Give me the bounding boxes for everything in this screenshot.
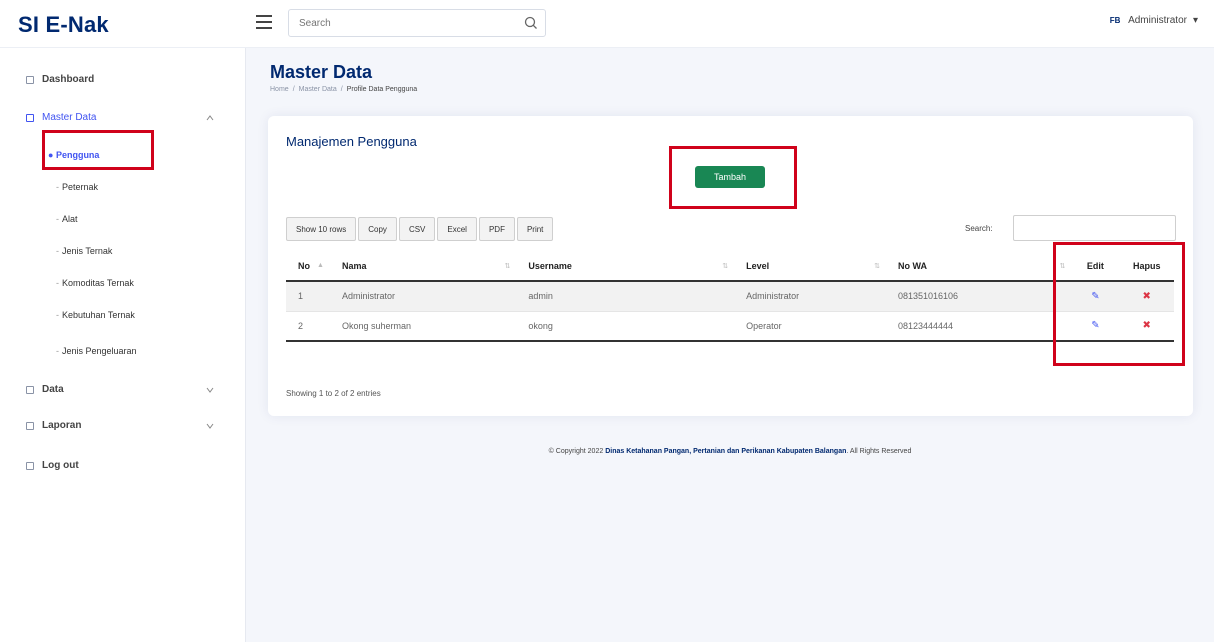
- user-name: Administrator: [1128, 14, 1187, 26]
- breadcrumb-current: Profile Data Pengguna: [346, 86, 418, 93]
- table-header-row: No ▲ Nama ⇅ Username ⇅ Level ⇅ No WA ⇅ Edit H…: [286, 251, 1174, 282]
- top-header: SI E-Nak FB Administrator ▾: [0, 0, 1214, 48]
- column-header-nama[interactable]: Nama ⇅: [329, 251, 517, 282]
- highlight-box-edit-hapus: [1053, 242, 1185, 366]
- table-row: 2 Okong suherman okong Operator 08123444…: [286, 311, 1174, 342]
- copy-button[interactable]: Copy: [358, 217, 397, 241]
- table-search-label: Search:: [965, 224, 993, 233]
- sidebar-item-dashboard[interactable]: Dashboard: [26, 74, 94, 85]
- sidebar-item-jenis-pengeluaran[interactable]: - Jenis Pengeluaran: [56, 346, 137, 356]
- sidebar-item-label: Jenis Ternak: [62, 246, 113, 256]
- sidebar-item-peternak[interactable]: - Peternak: [56, 182, 98, 192]
- show-rows-button[interactable]: Show 10 rows: [286, 217, 357, 241]
- column-header-level[interactable]: Level ⇅: [734, 251, 886, 282]
- cell-level: Administrator: [734, 281, 886, 312]
- search-bar: [288, 9, 546, 37]
- sidebar-item-data[interactable]: Data: [26, 384, 64, 395]
- sidebar-item-logout[interactable]: Log out: [26, 460, 79, 471]
- card-title: Manajemen Pengguna: [286, 134, 417, 149]
- sidebar-item-label: Laporan: [42, 420, 82, 431]
- logout-icon: [26, 461, 34, 470]
- breadcrumb-home[interactable]: Home: [270, 86, 289, 93]
- cell-nama: Administrator: [329, 281, 517, 312]
- menu-icon: [26, 421, 34, 430]
- breadcrumb: Home / Master Data / Profile Data Pengguna: [270, 86, 418, 93]
- avatar: FB: [1109, 15, 1121, 25]
- sidebar-item-label: Dashboard: [42, 74, 95, 85]
- cell-username: okong: [516, 311, 735, 342]
- excel-button[interactable]: Excel: [437, 217, 477, 241]
- sidebar-item-label: Peternak: [62, 182, 99, 192]
- footer-org: Dinas Ketahanan Pangan, Pertanian dan Pe…: [605, 448, 847, 455]
- sidebar-item-alat[interactable]: - Alat: [56, 214, 78, 224]
- page-title: Master Data: [270, 62, 373, 82]
- cell-no-wa: 081351016106: [885, 281, 1072, 312]
- sidebar-item-label: Log out: [42, 460, 79, 471]
- sidebar-toggle-icon[interactable]: [254, 10, 276, 34]
- brand-logo[interactable]: SI E-Nak: [18, 12, 109, 38]
- sidebar-item-label: Komoditas Ternak: [62, 278, 134, 288]
- menu-icon: [26, 113, 34, 122]
- cell-level: Operator: [734, 311, 886, 342]
- cell-nama: Okong suherman: [329, 311, 517, 342]
- sidebar-item-label: Master Data: [42, 112, 97, 123]
- sidebar-item-label: Alat: [62, 214, 78, 224]
- table-search-input[interactable]: [1013, 215, 1176, 241]
- pdf-button[interactable]: PDF: [478, 217, 515, 241]
- sidebar-item-laporan[interactable]: Laporan: [26, 420, 81, 431]
- table-info: Showing 1 to 2 of 2 entries: [286, 389, 381, 398]
- highlight-box-pengguna: [42, 130, 154, 170]
- column-header-no-wa[interactable]: No WA ⇅: [885, 251, 1072, 282]
- sidebar-item-komoditas-ternak[interactable]: - Komoditas Ternak: [56, 278, 134, 288]
- chevron-down-icon: ▾: [1192, 14, 1198, 26]
- cell-username: admin: [516, 281, 735, 312]
- cell-no: 1: [286, 281, 330, 312]
- print-button[interactable]: Print: [516, 217, 554, 241]
- chevron-up-icon[interactable]: [206, 114, 214, 122]
- search-icon[interactable]: [523, 15, 539, 31]
- cell-no: 2: [286, 311, 330, 342]
- search-input[interactable]: [289, 10, 509, 36]
- breadcrumb-master-data[interactable]: Master Data: [299, 86, 337, 93]
- chevron-down-icon[interactable]: [206, 422, 214, 430]
- highlight-box-tambah: [669, 146, 797, 209]
- footer: © Copyright 2022 Dinas Ketahanan Pangan,…: [246, 448, 1214, 455]
- chevron-down-icon[interactable]: [206, 386, 214, 394]
- grid-icon: [26, 75, 34, 84]
- cell-no-wa: 08123444444: [885, 311, 1072, 342]
- column-header-username[interactable]: Username ⇅: [516, 251, 735, 282]
- footer-copyright: © Copyright 2022: [548, 448, 604, 455]
- export-toolbar: Show 10 rows Copy CSV Excel PDF Print: [286, 217, 554, 241]
- footer-suffix: . All Rights Reserved: [846, 448, 912, 455]
- sidebar-item-jenis-ternak[interactable]: - Jenis Ternak: [56, 246, 112, 256]
- sidebar-item-master-data[interactable]: Master Data: [26, 112, 96, 123]
- table-row: 1 Administrator admin Administrator 0813…: [286, 281, 1174, 312]
- menu-icon: [26, 385, 34, 394]
- sidebar-item-label: Jenis Pengeluaran: [62, 346, 137, 356]
- sidebar-item-label: Data: [42, 384, 64, 395]
- csv-button[interactable]: CSV: [398, 217, 436, 241]
- column-header-no[interactable]: No ▲: [286, 251, 330, 282]
- sidebar-item-label: Kebutuhan Ternak: [62, 310, 135, 320]
- user-menu[interactable]: FB Administrator ▾: [1108, 14, 1198, 26]
- sidebar-item-kebutuhan-ternak[interactable]: - Kebutuhan Ternak: [56, 310, 135, 320]
- users-table: No ▲ Nama ⇅ Username ⇅ Level ⇅ No WA ⇅ Edit H…: [286, 251, 1174, 342]
